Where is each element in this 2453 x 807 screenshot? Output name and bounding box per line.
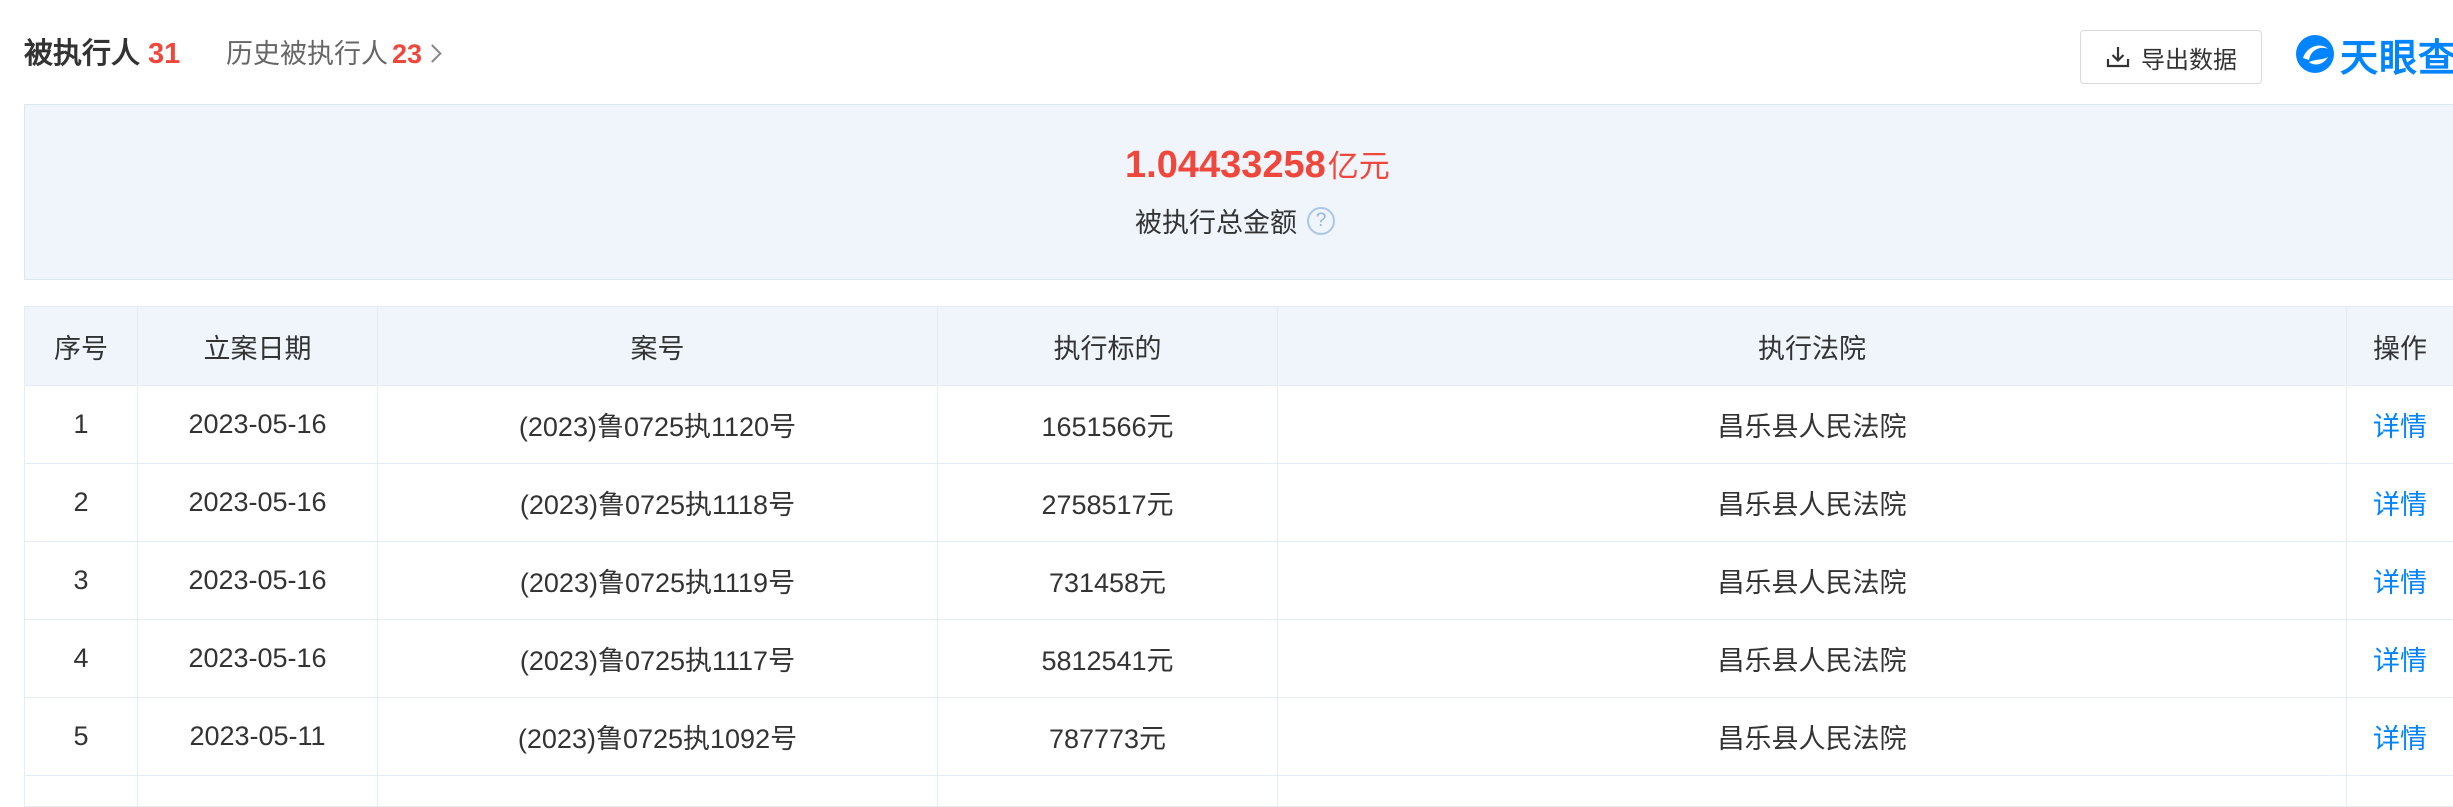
logo-text: 天眼查 bbox=[2340, 27, 2453, 82]
cell-action: 详情 bbox=[2347, 542, 2453, 620]
cell-empty bbox=[138, 776, 378, 807]
cell-empty bbox=[938, 776, 1278, 807]
cell-case-no: (2023)鲁0725执1120号 bbox=[378, 386, 938, 464]
execution-table: 序号 立案日期 案号 执行标的 执行法院 操作 1 2023-05-16 (20… bbox=[24, 306, 2453, 807]
cell-court: 昌乐县人民法院 bbox=[1278, 542, 2347, 620]
detail-link[interactable]: 详情 bbox=[2373, 646, 2427, 676]
col-header-action: 操作 bbox=[2347, 307, 2453, 386]
cell-amount: 2758517元 bbox=[938, 464, 1278, 542]
cell-court: 昌乐县人民法院 bbox=[1278, 620, 2347, 698]
detail-link[interactable]: 详情 bbox=[2373, 412, 2427, 442]
cell-index: 1 bbox=[25, 386, 138, 464]
cell-case-no: (2023)鲁0725执1118号 bbox=[378, 464, 938, 542]
detail-link[interactable]: 详情 bbox=[2373, 490, 2427, 520]
export-label: 导出数据 bbox=[2141, 40, 2237, 75]
cell-index: 4 bbox=[25, 620, 138, 698]
cell-action: 详情 bbox=[2347, 386, 2453, 464]
history-executed-link[interactable]: 历史被执行人23 bbox=[226, 34, 439, 74]
cell-index: 3 bbox=[25, 542, 138, 620]
table-row: 4 2023-05-16 (2023)鲁0725执1117号 5812541元 … bbox=[25, 620, 2453, 698]
cell-date: 2023-05-16 bbox=[138, 542, 378, 620]
table-row: 3 2023-05-16 (2023)鲁0725执1119号 731458元 昌… bbox=[25, 542, 2453, 620]
executed-title: 被执行人31 bbox=[24, 34, 180, 74]
cell-date: 2023-05-16 bbox=[138, 464, 378, 542]
executed-label: 被执行人 bbox=[24, 38, 140, 70]
total-amount: 1.04433258亿元 bbox=[1125, 141, 1390, 187]
cell-empty bbox=[378, 776, 938, 807]
total-amount-caption: 被执行总金额 ? bbox=[1135, 201, 1335, 240]
history-label: 历史被执行人 bbox=[226, 39, 388, 69]
download-icon bbox=[2105, 44, 2131, 70]
executed-count: 31 bbox=[148, 38, 180, 70]
col-header-case-no: 案号 bbox=[378, 307, 938, 386]
history-count: 23 bbox=[392, 39, 422, 69]
help-icon[interactable]: ? bbox=[1307, 207, 1335, 235]
table-row: 1 2023-05-16 (2023)鲁0725执1120号 1651566元 … bbox=[25, 386, 2453, 464]
chevron-right-icon bbox=[423, 44, 441, 62]
table-row: 2 2023-05-16 (2023)鲁0725执1118号 2758517元 … bbox=[25, 464, 2453, 542]
col-header-court: 执行法院 bbox=[1278, 307, 2347, 386]
cell-empty bbox=[25, 776, 138, 807]
cell-empty bbox=[2347, 776, 2453, 807]
summary-panel: 1.04433258亿元 被执行总金额 ? bbox=[24, 104, 2453, 280]
cell-court: 昌乐县人民法院 bbox=[1278, 386, 2347, 464]
cell-case-no: (2023)鲁0725执1119号 bbox=[378, 542, 938, 620]
page-header: 被执行人31 历史被执行人23 导出数据 天眼查 bbox=[0, 0, 2453, 104]
cell-amount: 5812541元 bbox=[938, 620, 1278, 698]
cell-amount: 731458元 bbox=[938, 542, 1278, 620]
cell-date: 2023-05-11 bbox=[138, 698, 378, 776]
detail-link[interactable]: 详情 bbox=[2373, 724, 2427, 754]
cell-date: 2023-05-16 bbox=[138, 620, 378, 698]
cell-date: 2023-05-16 bbox=[138, 386, 378, 464]
table-header-row: 序号 立案日期 案号 执行标的 执行法院 操作 bbox=[25, 307, 2453, 386]
tianyancha-logo: 天眼查 bbox=[2294, 30, 2453, 78]
col-header-index: 序号 bbox=[25, 307, 138, 386]
col-header-date: 立案日期 bbox=[138, 307, 378, 386]
cell-case-no: (2023)鲁0725执1117号 bbox=[378, 620, 938, 698]
total-amount-unit: 亿元 bbox=[1328, 149, 1390, 184]
cell-action: 详情 bbox=[2347, 620, 2453, 698]
detail-link[interactable]: 详情 bbox=[2373, 568, 2427, 598]
table-row: 5 2023-05-11 (2023)鲁0725执1092号 787773元 昌… bbox=[25, 698, 2453, 776]
cell-amount: 1651566元 bbox=[938, 386, 1278, 464]
col-header-amount: 执行标的 bbox=[938, 307, 1278, 386]
logo-mark-icon bbox=[2294, 33, 2336, 75]
total-amount-label: 被执行总金额 bbox=[1135, 201, 1297, 240]
cell-action: 详情 bbox=[2347, 464, 2453, 542]
export-data-button[interactable]: 导出数据 bbox=[2080, 30, 2262, 84]
cell-amount: 787773元 bbox=[938, 698, 1278, 776]
cell-court: 昌乐县人民法院 bbox=[1278, 698, 2347, 776]
cell-court: 昌乐县人民法院 bbox=[1278, 464, 2347, 542]
cell-index: 2 bbox=[25, 464, 138, 542]
cell-index: 5 bbox=[25, 698, 138, 776]
table-row-partial bbox=[25, 776, 2453, 807]
total-amount-value: 1.04433258 bbox=[1125, 144, 1326, 186]
cell-case-no: (2023)鲁0725执1092号 bbox=[378, 698, 938, 776]
cell-action: 详情 bbox=[2347, 698, 2453, 776]
cell-empty bbox=[1278, 776, 2347, 807]
